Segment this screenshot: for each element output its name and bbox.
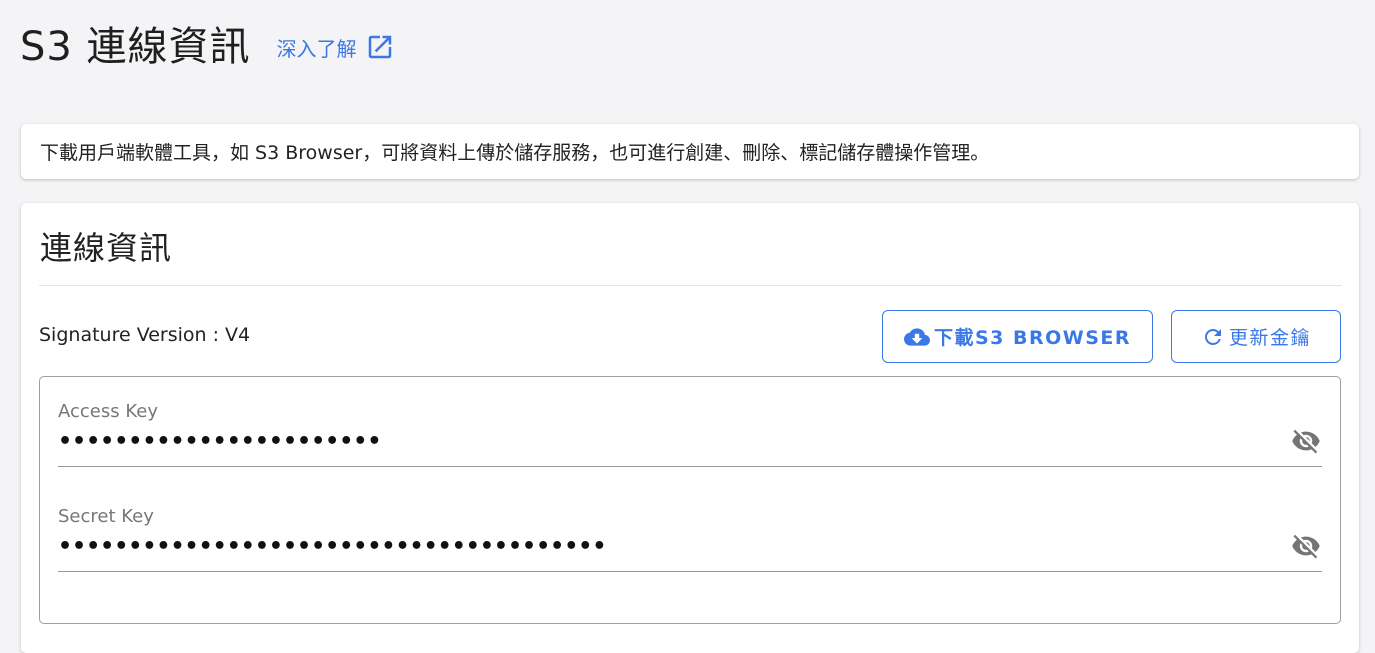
- access-key-label: Access Key: [58, 401, 158, 422]
- card-title: 連線資訊: [40, 229, 173, 267]
- secret-key-input[interactable]: •••••••••••••••••••••••••••••••••••••••: [58, 534, 606, 559]
- access-key-field: Access Key •••••••••••••••••••••••: [58, 397, 1322, 487]
- page-header: S3 連線資訊 深入了解: [20, 14, 395, 72]
- refresh-icon: [1204, 328, 1221, 345]
- refresh-key-button[interactable]: 更新金鑰: [1171, 310, 1341, 363]
- info-banner: 下載用戶端軟體工具，如 S3 Browser，可將資料上傳於儲存服務，也可進行創…: [21, 124, 1359, 179]
- refresh-button-label: 更新金鑰: [1228, 327, 1311, 349]
- learn-more-link[interactable]: 深入了解: [277, 32, 395, 62]
- signature-version: Signature Version : V4: [39, 324, 251, 346]
- card-divider: [39, 285, 1342, 286]
- access-key-visibility-toggle[interactable]: [1290, 427, 1322, 455]
- eye-off-icon: [1292, 429, 1320, 454]
- access-key-underline: [58, 466, 1322, 467]
- keys-panel: Access Key ••••••••••••••••••••••• Secre…: [39, 376, 1341, 624]
- secret-key-visibility-toggle[interactable]: [1290, 532, 1322, 560]
- eye-off-icon: [1292, 534, 1320, 559]
- page-title: S3 連線資訊: [20, 24, 251, 70]
- info-banner-text: 下載用戶端軟體工具，如 S3 Browser，可將資料上傳於儲存服務，也可進行創…: [40, 142, 990, 164]
- cloud-download-icon: [903, 327, 930, 346]
- secret-key-field: Secret Key •••••••••••••••••••••••••••••…: [58, 502, 1322, 592]
- open-in-new-icon: [368, 35, 391, 59]
- secret-key-label: Secret Key: [58, 506, 154, 527]
- secret-key-underline: [58, 571, 1322, 572]
- access-key-input[interactable]: •••••••••••••••••••••••: [58, 429, 381, 454]
- download-s3-browser-button[interactable]: 下載S3 BROWSER: [882, 310, 1153, 363]
- download-button-label: 下載S3 BROWSER: [933, 327, 1132, 349]
- connection-info-card: 連線資訊 Signature Version : V4 下載S3 BROWSER…: [21, 203, 1359, 653]
- learn-more-label: 深入了解: [276, 36, 357, 61]
